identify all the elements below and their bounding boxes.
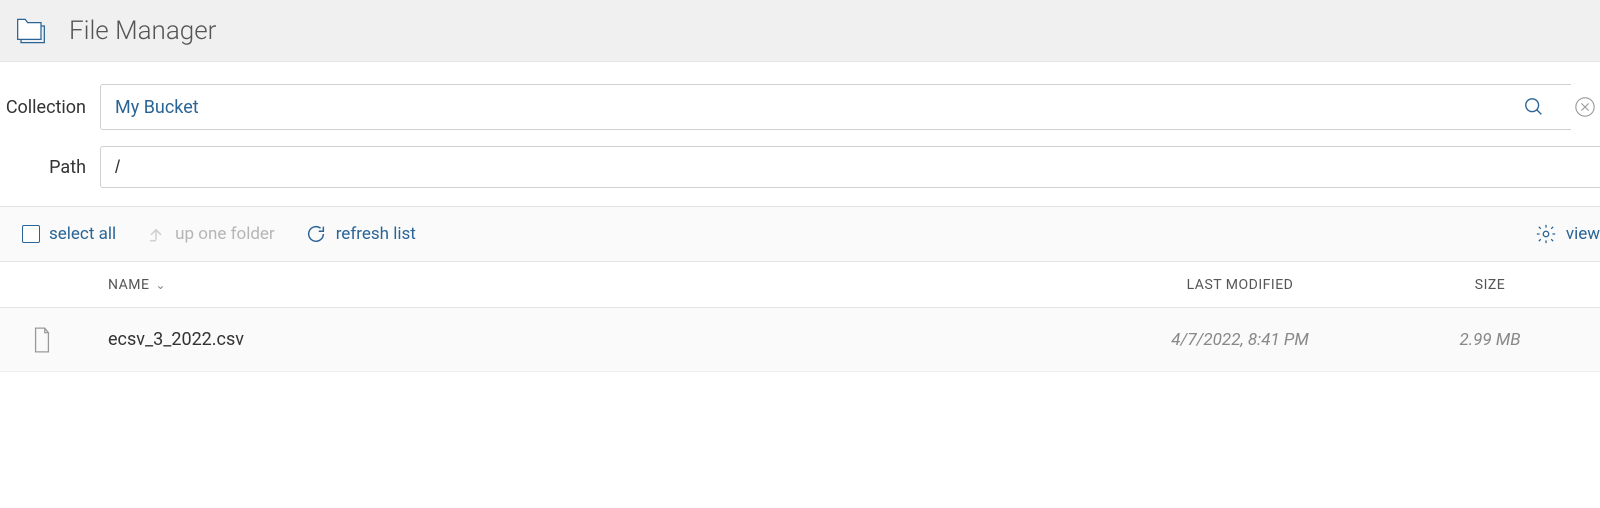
up-arrow-icon — [146, 224, 166, 244]
checkbox-icon[interactable] — [22, 225, 40, 243]
file-icon — [22, 326, 62, 354]
up-one-folder-label: up one folder — [175, 224, 275, 244]
path-row: Path — [0, 142, 1600, 192]
column-name-label: NAME — [108, 277, 149, 293]
table-row[interactable]: ecsv_3_2022.csv 4/7/2022, 8:41 PM 2.99 M… — [0, 308, 1600, 372]
gear-icon — [1535, 223, 1557, 245]
file-last-modified: 4/7/2022, 8:41 PM — [1100, 330, 1380, 350]
folder-icon — [11, 11, 51, 51]
path-input[interactable] — [100, 146, 1600, 188]
chevron-down-icon: ⌄ — [155, 278, 166, 292]
collection-select[interactable]: My Bucket — [100, 84, 1571, 130]
search-icon[interactable] — [1511, 84, 1557, 130]
clear-icon[interactable] — [1571, 84, 1600, 130]
refresh-list-button[interactable]: refresh list — [305, 223, 416, 245]
column-size[interactable]: SIZE — [1380, 277, 1600, 293]
select-all-label: select all — [49, 224, 116, 244]
app-header: File Manager — [0, 0, 1600, 62]
collection-value: My Bucket — [115, 97, 1511, 118]
collection-row: Collection My Bucket — [0, 80, 1600, 134]
collection-label: Collection — [0, 97, 100, 118]
path-label: Path — [0, 157, 100, 178]
column-last-modified[interactable]: LAST MODIFIED — [1100, 277, 1380, 293]
view-label: view — [1566, 224, 1600, 244]
table-header: NAME ⌄ LAST MODIFIED SIZE — [0, 262, 1600, 308]
refresh-list-label: refresh list — [336, 224, 416, 244]
file-name: ecsv_3_2022.csv — [108, 329, 1100, 350]
select-all-button[interactable]: select all — [22, 224, 116, 244]
view-button[interactable]: view — [1535, 223, 1600, 245]
page-title: File Manager — [69, 16, 216, 46]
file-size: 2.99 MB — [1380, 330, 1600, 350]
refresh-icon — [305, 223, 327, 245]
fields-section: Collection My Bucket Path — [0, 62, 1600, 202]
column-name[interactable]: NAME ⌄ — [108, 277, 1100, 293]
up-one-folder-button: up one folder — [146, 224, 275, 244]
toolbar: select all up one folder refresh list — [0, 206, 1600, 262]
